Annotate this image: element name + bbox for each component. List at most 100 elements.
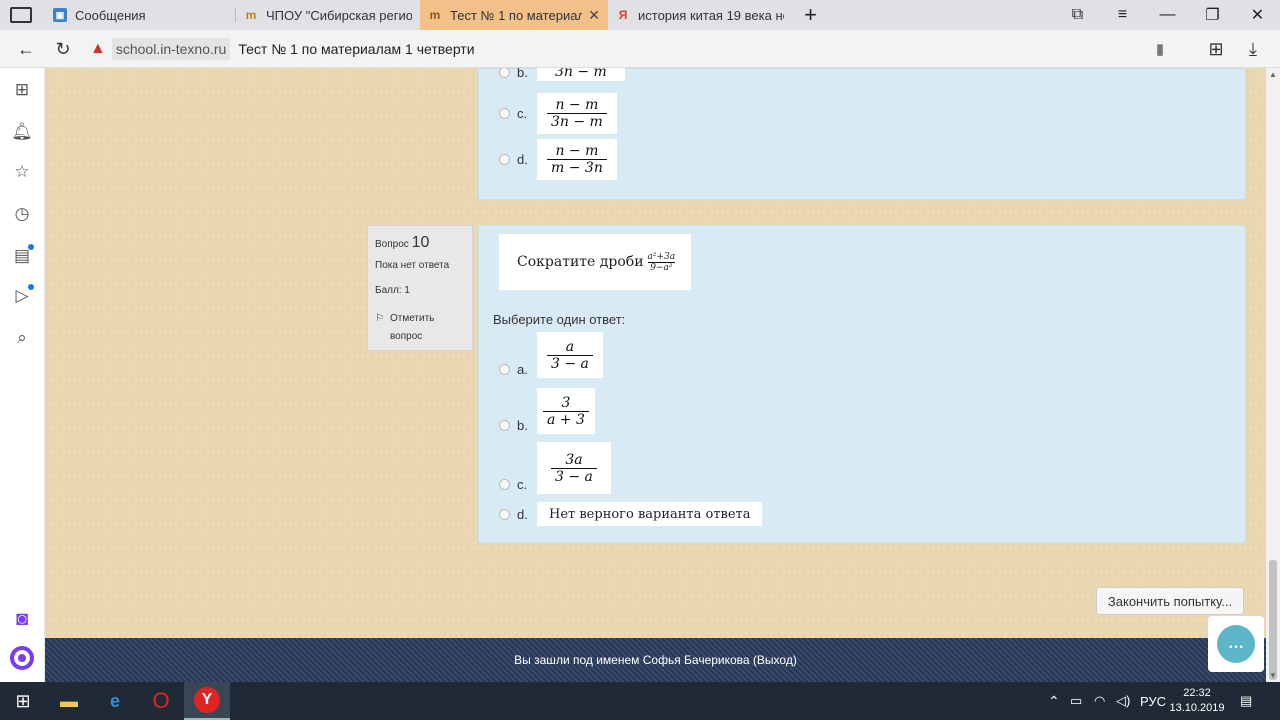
messages-icon: ▣ [53,8,67,22]
formula-denominator: a + 3 [547,411,585,428]
browser-sidebar: ⊞ 🔔︎ ☆ ◷ ▤ ▷ ⌕ ◙ [0,68,45,682]
alice-icon[interactable] [8,644,36,672]
tray-wifi-icon[interactable]: ◠ [1094,682,1105,720]
answer-letter: b. [517,417,528,433]
answer-formula: 3a 3 − a [537,442,611,494]
tray-chevron-icon[interactable]: ⌃ [1048,682,1060,720]
messenger-icon[interactable]: ◙ [8,605,36,633]
formula-denominator: m − 3n [551,160,603,176]
answer-formula: 3n − m [537,68,625,81]
restore-button[interactable]: ❐ [1190,0,1235,30]
chat-widget-button[interactable]: … [1208,616,1264,672]
opera-icon[interactable]: O [138,682,184,720]
tab-history[interactable]: Я история китая 19 века не с [608,0,792,30]
formula-denominator: 3 − a [551,355,589,372]
close-tab-icon[interactable]: ✕ [582,7,600,24]
bookmark-icon[interactable]: ▮ [1142,30,1178,68]
page-title: Тест № 1 по материалам 1 четверти [238,41,475,57]
formula-denominator: 9−a² [650,262,673,273]
answer-formula: 3a + 3 [537,388,595,434]
scroll-down-icon[interactable]: ▼ [1269,671,1277,680]
minimize-button[interactable]: — [1145,0,1190,30]
answer-option-a[interactable]: a. a3 − a [499,332,603,378]
yandex-icon: Я [618,8,628,22]
formula-numerator: a [565,338,575,355]
answer-letter: b. [517,68,528,80]
url-field[interactable]: ▲ school.in-texno.ru Тест № 1 по материа… [90,35,475,63]
flag-icon: ⚐ [375,313,384,324]
answer-formula: a3 − a [537,332,603,378]
page-footer: Вы зашли под именем Софья Бачерикова (Вы… [45,638,1266,682]
edge-icon[interactable]: e [92,682,138,720]
scroll-up-icon[interactable]: ▲ [1269,70,1277,79]
scrollbar-thumb[interactable] [1269,560,1277,680]
answer-text: Нет верного варианта ответа [537,502,763,526]
answer-radio[interactable] [499,419,510,431]
notifications-bell-icon[interactable]: 🔔︎ [8,118,36,146]
answer-radio[interactable] [499,508,510,520]
windows-taskbar: ⊞ ▬ e O Y ⌃ ▭ ◠ ◁) РУС 22:32 13.10.2019 … [0,682,1280,720]
answer-letter: c. [517,106,528,121]
file-explorer-icon[interactable]: ▬ [46,682,92,720]
answer-prompt: Выберите один ответ: [493,312,626,327]
gallery-icon[interactable]: ▤ [8,242,36,270]
tab-list-icon[interactable] [10,7,32,23]
tab-title: Тест № 1 по материала [450,7,583,23]
formula-numerator: 3 [561,394,571,411]
tab-title: история китая 19 века не с [638,7,784,23]
tray-date: 13.10.2019 [1169,702,1225,714]
answer-radio[interactable] [499,363,510,375]
tray-battery-icon[interactable]: ▭ [1070,682,1082,720]
answer-option-d[interactable]: d. n − mm − 3n [499,139,617,180]
answer-letter: d. [517,152,528,167]
answer-radio[interactable] [499,68,510,78]
menu-icon[interactable]: ≡ [1100,0,1145,30]
chat-icon: … [1217,625,1255,663]
apps-grid-icon[interactable]: ⊞ [8,76,36,104]
tab-school[interactable]: m ЧПОУ "Сибирская региона [236,0,420,30]
answer-option-c[interactable]: c. n − m 3n − m [499,93,617,134]
back-button[interactable]: ← [8,30,44,68]
start-windows-icon[interactable]: ⊞ [0,682,46,720]
answer-formula: n − mm − 3n [537,139,617,180]
tray-clock[interactable]: 22:32 13.10.2019 [1169,682,1225,720]
answer-option-b[interactable]: b. 3n − m [499,68,625,81]
tray-language[interactable]: РУС [1140,682,1166,720]
answer-option-d[interactable]: d. Нет верного варианта ответа [499,502,763,526]
warning-icon[interactable]: ▲ [90,40,106,58]
tab-messages[interactable]: ▣ Сообщения [45,0,235,30]
notification-center-icon[interactable]: ▤ [1240,682,1252,720]
answer-radio[interactable] [499,154,510,165]
favorites-star-icon[interactable]: ☆ [8,158,36,186]
answer-option-b[interactable]: b. 3a + 3 [499,388,595,434]
history-clock-icon[interactable]: ◷ [8,200,36,228]
finish-attempt-button[interactable]: Закончить попытку... [1096,587,1244,615]
site-favicon-icon: m [245,8,257,22]
collections-icon[interactable]: ⊞ [1198,30,1234,68]
download-icon[interactable]: ⤓ [1235,30,1271,68]
formula-numerator: a²+3a [647,251,676,262]
yandex-browser-icon[interactable]: Y [184,682,230,720]
page-content: b. 3n − m c. n − m 3n − m d. n − mm − 3n … [45,68,1266,638]
reload-button[interactable]: ↻ [45,30,81,68]
new-tab-button[interactable]: + [788,0,833,30]
answer-radio[interactable] [499,108,510,119]
video-play-icon[interactable]: ▷ [8,282,36,310]
flag-question-link[interactable]: ⚐ Отметить вопрос [375,310,465,346]
search-page-icon[interactable]: ⌕ [8,324,36,352]
answer-letter: d. [517,506,528,522]
question-status: Пока нет ответа [375,260,450,271]
answer-option-c[interactable]: c. 3a 3 − a [499,442,611,494]
bookmarks-panel-icon[interactable]: ⧉ [1055,0,1100,30]
tab-test-active[interactable]: m Тест № 1 по материала ✕ [420,0,608,30]
close-window-button[interactable]: ✕ [1235,0,1280,30]
tray-time: 22:32 [1183,687,1211,699]
formula-numerator: n − m [555,97,599,113]
answer-letter: c. [517,476,528,492]
page-scrollbar[interactable]: ▲ ▼ [1266,68,1280,682]
flag-label: Отметить вопрос [389,313,435,342]
login-info[interactable]: Вы зашли под именем Софья Бачерикова (Вы… [514,653,797,667]
answer-formula: n − m 3n − m [537,93,617,134]
answer-radio[interactable] [499,478,510,490]
tray-volume-icon[interactable]: ◁) [1116,682,1130,720]
